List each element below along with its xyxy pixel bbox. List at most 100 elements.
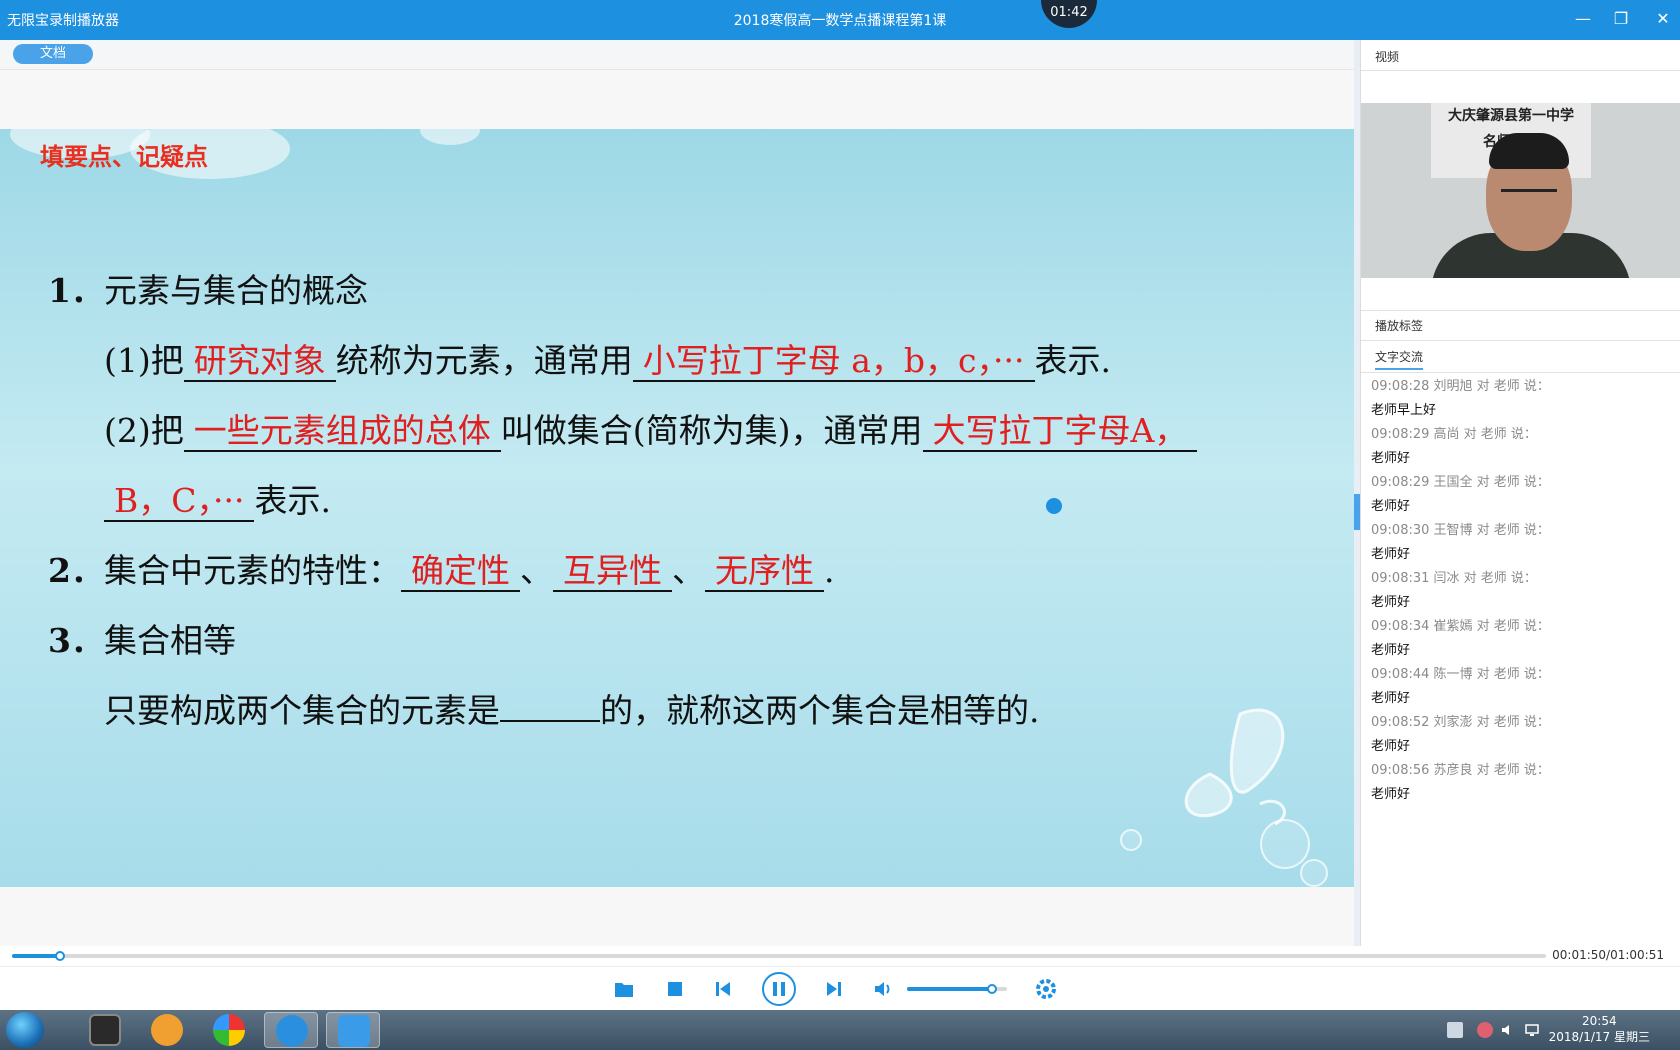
text-fragment: 的，就称这两个集合是相等的. bbox=[600, 691, 1040, 730]
section-1-title: 1．元素与集合的概念 bbox=[48, 264, 368, 312]
teacher-hair bbox=[1489, 133, 1569, 169]
video-feed[interactable]: 大庆肇源县第一中学 名师课堂 bbox=[1361, 103, 1680, 278]
internet-explorer-icon bbox=[276, 1015, 308, 1047]
settings-button[interactable] bbox=[1034, 977, 1058, 1001]
chat-message-text: 老师好 bbox=[1371, 691, 1411, 706]
progress-handle[interactable] bbox=[54, 951, 65, 961]
window-title: 2018寒假高一数学点播课程第1课 bbox=[733, 13, 947, 29]
chat-message-meta: 09:08:29 王国全 对 老师 说： bbox=[1371, 475, 1550, 490]
slide: 填要点、记疑点 1．元素与集合的概念 (1)把 研究对象 统称为元素，通常用 小写拉丁… bbox=[0, 129, 1354, 887]
chat-message: 09:08:31 闫冰 对 老师 说： 老师好 bbox=[1371, 568, 1671, 616]
progress-row: 00:01:50/01:00:51 bbox=[0, 946, 1680, 966]
bubble-decoration bbox=[1300, 859, 1328, 887]
chat-message-meta: 09:08:29 高尚 对 老师 说： bbox=[1371, 427, 1537, 442]
chat-message: 09:08:29 王国全 对 老师 说： 老师好 bbox=[1371, 472, 1671, 520]
chat-message-meta: 09:08:52 刘家澎 对 老师 说： bbox=[1371, 715, 1550, 730]
mute-button[interactable] bbox=[871, 977, 895, 1001]
taskbar-app-ie[interactable] bbox=[264, 1012, 318, 1048]
chat-message-meta: 09:08:44 陈一博 对 老师 说： bbox=[1371, 667, 1550, 682]
taskbar-app-game[interactable] bbox=[78, 1012, 132, 1048]
answer-fill: 互异性 bbox=[552, 551, 672, 592]
volume-tray-icon[interactable] bbox=[1500, 1022, 1516, 1038]
restore-button[interactable]: ❐ bbox=[1610, 8, 1632, 30]
cloud-decoration bbox=[420, 129, 480, 145]
restore-icon: ❐ bbox=[1613, 9, 1629, 28]
document-tab-bar: 文档 bbox=[0, 40, 1354, 70]
pause-button[interactable] bbox=[761, 971, 797, 1007]
chat-message-meta: 09:08:30 王智博 对 老师 说： bbox=[1371, 523, 1550, 538]
butterfly-decoration bbox=[1184, 708, 1286, 826]
document-bottom-margin bbox=[0, 887, 1354, 946]
text-fragment: 统称为元素，通常用 bbox=[335, 341, 633, 380]
chat-message: 09:08:34 崔紫嫣 对 老师 说： 老师好 bbox=[1371, 616, 1671, 664]
answer-fill: 大写拉丁字母A， bbox=[922, 411, 1198, 452]
time-display: 00:01:50/01:00:51 bbox=[1552, 948, 1664, 962]
section-3-title: 3．集合相等 bbox=[48, 614, 236, 662]
divider bbox=[1361, 340, 1680, 341]
document-top-margin bbox=[0, 70, 1354, 130]
clock-time: 20:54 bbox=[1582, 1014, 1617, 1028]
text-fragment: (2)把 bbox=[104, 411, 184, 450]
previous-button[interactable] bbox=[711, 977, 735, 1001]
tab-document[interactable]: 文档 bbox=[13, 44, 93, 64]
divider bbox=[1361, 372, 1680, 373]
clock-date: 2018/1/17 星期三 bbox=[1548, 1030, 1650, 1044]
tab-text-chat[interactable]: 文字交流 bbox=[1375, 348, 1424, 370]
minimize-button[interactable]: — bbox=[1572, 8, 1594, 30]
volume-handle[interactable] bbox=[987, 984, 997, 994]
chat-message-meta: 09:08:31 闫冰 对 老师 说： bbox=[1371, 571, 1537, 586]
answer-fill: 小写拉丁字母 a，b，c，··· bbox=[632, 341, 1035, 382]
blank-fill bbox=[500, 692, 600, 722]
chat-message: 09:08:28 刘明旭 对 老师 说： 老师早上好 bbox=[1371, 376, 1671, 424]
text-fragment: 叫做集合(简称为集)，通常用 bbox=[500, 411, 923, 450]
divider bbox=[1361, 310, 1680, 311]
answer-fill: 确定性 bbox=[400, 551, 520, 592]
chat-message-meta: 09:08:28 刘明旭 对 老师 说： bbox=[1371, 379, 1550, 394]
chat-message-meta: 09:08:56 苏彦良 对 老师 说： bbox=[1371, 763, 1550, 778]
text-fragment: 、 bbox=[671, 551, 705, 590]
chat-message-text: 老师好 bbox=[1371, 643, 1411, 658]
teacher-glasses bbox=[1501, 189, 1557, 199]
network-tray-icon[interactable] bbox=[1524, 1022, 1540, 1038]
speaker-icon bbox=[1502, 1025, 1509, 1035]
chat-message-text: 老师好 bbox=[1371, 787, 1411, 802]
close-icon: ✕ bbox=[1656, 9, 1670, 28]
next-button[interactable] bbox=[822, 977, 846, 1001]
taskbar-app-mascot[interactable] bbox=[140, 1012, 194, 1048]
right-panel: 视频 大庆肇源县第一中学 名师课堂 播放标签 文字交流 09:08:28 刘明旭… bbox=[1360, 40, 1680, 946]
open-button[interactable] bbox=[613, 977, 637, 1001]
taskbar: 20:54 2018/1/17 星期三 bbox=[0, 1010, 1680, 1050]
app-tray-icon[interactable] bbox=[1477, 1022, 1493, 1038]
system-clock[interactable]: 20:54 2018/1/17 星期三 bbox=[1549, 1013, 1650, 1045]
keyboard-tray-icon[interactable] bbox=[1447, 1022, 1463, 1038]
browser-app-icon bbox=[213, 1014, 245, 1046]
chat-message: 09:08:52 刘家澎 对 老师 说： 老师好 bbox=[1371, 712, 1671, 760]
document-area: 文档 填要点、记疑点 1．元素与集合的概念 (1)把 研究对象 统称为元素，通常用小… bbox=[0, 40, 1354, 946]
start-button[interactable] bbox=[6, 1012, 44, 1048]
chat-message-text: 老师好 bbox=[1371, 547, 1411, 562]
stop-button[interactable] bbox=[663, 977, 687, 1001]
minimize-icon: — bbox=[1575, 9, 1591, 28]
definition-line-2: (2)把 一些元素组成的总体 叫做集合(简称为集)，通常用 大写拉丁字母A， bbox=[104, 404, 1198, 452]
progress-bar[interactable] bbox=[12, 951, 1546, 961]
volume-slider[interactable] bbox=[907, 984, 1007, 994]
text-fragment: (1)把 bbox=[104, 341, 184, 380]
close-button[interactable]: ✕ bbox=[1652, 8, 1674, 30]
answer-fill: 无序性 bbox=[704, 551, 824, 592]
section-number: 3． bbox=[48, 621, 104, 660]
previous-icon bbox=[716, 982, 730, 996]
player-controls bbox=[0, 966, 1680, 1010]
bookmarks-title[interactable]: 播放标签 bbox=[1375, 317, 1423, 334]
taskbar-app-player[interactable] bbox=[326, 1012, 380, 1048]
text-fragment: . bbox=[823, 551, 835, 590]
text-fragment: 、 bbox=[519, 551, 553, 590]
title-bar: 无限宝录制播放器 2018寒假高一数学点播课程第1课 01:42 — ❐ ✕ bbox=[0, 0, 1680, 40]
next-icon bbox=[827, 982, 841, 996]
section-title: 元素与集合的概念 bbox=[103, 271, 368, 310]
chat-message-meta: 09:08:34 崔紫嫣 对 老师 说： bbox=[1371, 619, 1550, 634]
taskbar-app-browser[interactable] bbox=[202, 1012, 256, 1048]
section-number: 1． bbox=[48, 271, 104, 310]
answer-fill: B，C，··· bbox=[104, 481, 255, 522]
section-title: 集合相等 bbox=[103, 621, 236, 660]
definition-line-3: B，C，··· 表示. bbox=[104, 474, 331, 522]
